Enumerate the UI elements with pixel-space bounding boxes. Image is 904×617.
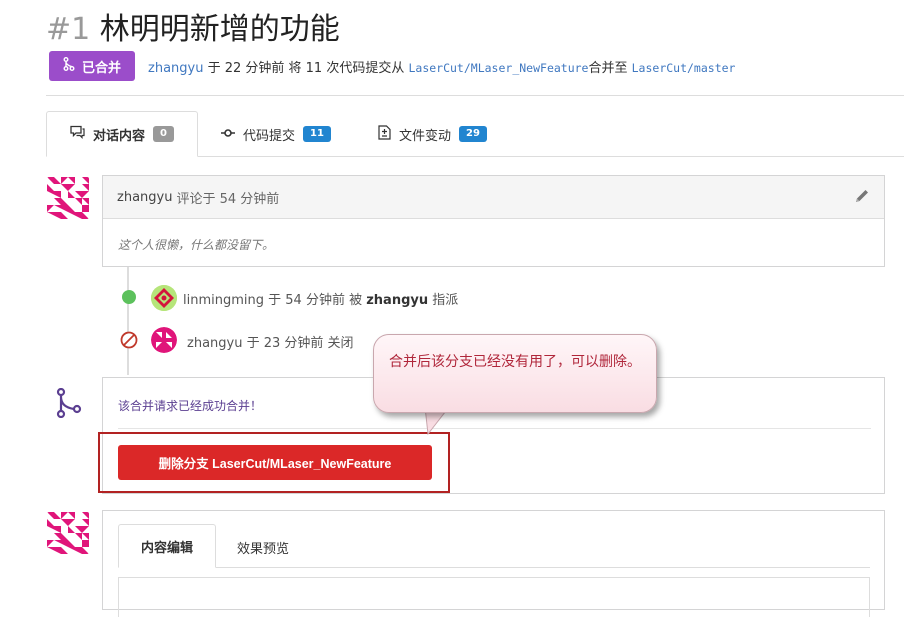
author-link[interactable]: zhangyu [148, 61, 203, 76]
tab-conversation-label: 对话内容 [93, 128, 146, 144]
closed-icon [120, 331, 138, 353]
comment-box: zhangyu 评论于 54 分钟前 这个人很懒，什么都没留下。 [102, 175, 885, 267]
pr-meta: zhangyu 于 22 分钟前 将 11 次代码提交从 LaserCut/ML… [148, 57, 735, 76]
merge-divider [118, 428, 871, 429]
file-diff-icon [378, 124, 391, 144]
pr-number: #1 [46, 12, 91, 47]
merge-message: 该合并请求已经成功合并！ [118, 399, 263, 413]
header-divider [46, 95, 904, 96]
page-title: #1 林明明新增的功能 [46, 4, 340, 48]
avatar[interactable] [47, 512, 89, 554]
target-branch-link[interactable]: LaserCut/master [632, 61, 736, 75]
tab-commits-label: 代码提交 [243, 128, 296, 144]
tab-files[interactable]: 文件变动 29 [378, 111, 487, 157]
event-actor[interactable]: zhangyu [187, 336, 242, 351]
tab-commits-count: 11 [303, 126, 331, 142]
tab-conversation[interactable]: 对话内容 0 [46, 111, 198, 157]
tab-files-count: 29 [459, 126, 487, 142]
merge-icon [56, 387, 82, 422]
tab-conversation-count: 0 [153, 126, 174, 142]
commit-icon [221, 127, 235, 142]
avatar[interactable] [151, 327, 177, 353]
status-badge: 已合并 [49, 51, 135, 81]
tab-commits[interactable]: 代码提交 11 [221, 111, 331, 157]
editor-tabs-divider [118, 567, 870, 568]
callout-text: 合并后该分支已经没有用了，可以删除。 [389, 354, 641, 370]
comment-author[interactable]: zhangyu [117, 190, 172, 205]
meta-text-2: 合并至 [588, 61, 632, 76]
assign-status-dot [122, 290, 136, 304]
comment-icon [70, 125, 85, 143]
source-branch-link[interactable]: LaserCut/MLaser_NewFeature [408, 61, 588, 75]
merge-badge-icon [63, 57, 75, 75]
comment-header: zhangyu 评论于 54 分钟前 [103, 176, 884, 219]
tab-preview[interactable]: 效果预览 [237, 538, 289, 557]
comment-body: 这个人很懒，什么都没留下。 [118, 238, 275, 252]
comment-time: 评论于 54 分钟前 [176, 191, 280, 207]
avatar[interactable] [151, 285, 177, 311]
event-text: 指派 [428, 293, 459, 308]
event-actor[interactable]: linmingming [183, 293, 264, 308]
assign-event: linmingming 于 54 分钟前 被 zhangyu 指派 [183, 289, 458, 308]
event-text: 于 54 分钟前 被 [264, 293, 367, 308]
pr-title: 林明明新增的功能 [99, 12, 340, 47]
meta-text-1: 于 22 分钟前 将 11 次代码提交从 [203, 61, 409, 76]
close-event: zhangyu 于 23 分钟前 关闭 [187, 332, 354, 351]
timeline-line [127, 267, 129, 375]
avatar[interactable] [47, 177, 89, 219]
pencil-icon[interactable] [854, 188, 870, 208]
tab-files-label: 文件变动 [399, 128, 452, 144]
status-badge-label: 已合并 [81, 60, 121, 76]
event-text: 于 23 分钟前 关闭 [242, 336, 354, 351]
event-assigner[interactable]: zhangyu [366, 293, 428, 308]
editor-textarea[interactable] [118, 577, 870, 617]
highlight-frame [98, 432, 450, 493]
tab-edit[interactable]: 内容编辑 [118, 524, 216, 568]
annotation-callout [373, 334, 657, 413]
